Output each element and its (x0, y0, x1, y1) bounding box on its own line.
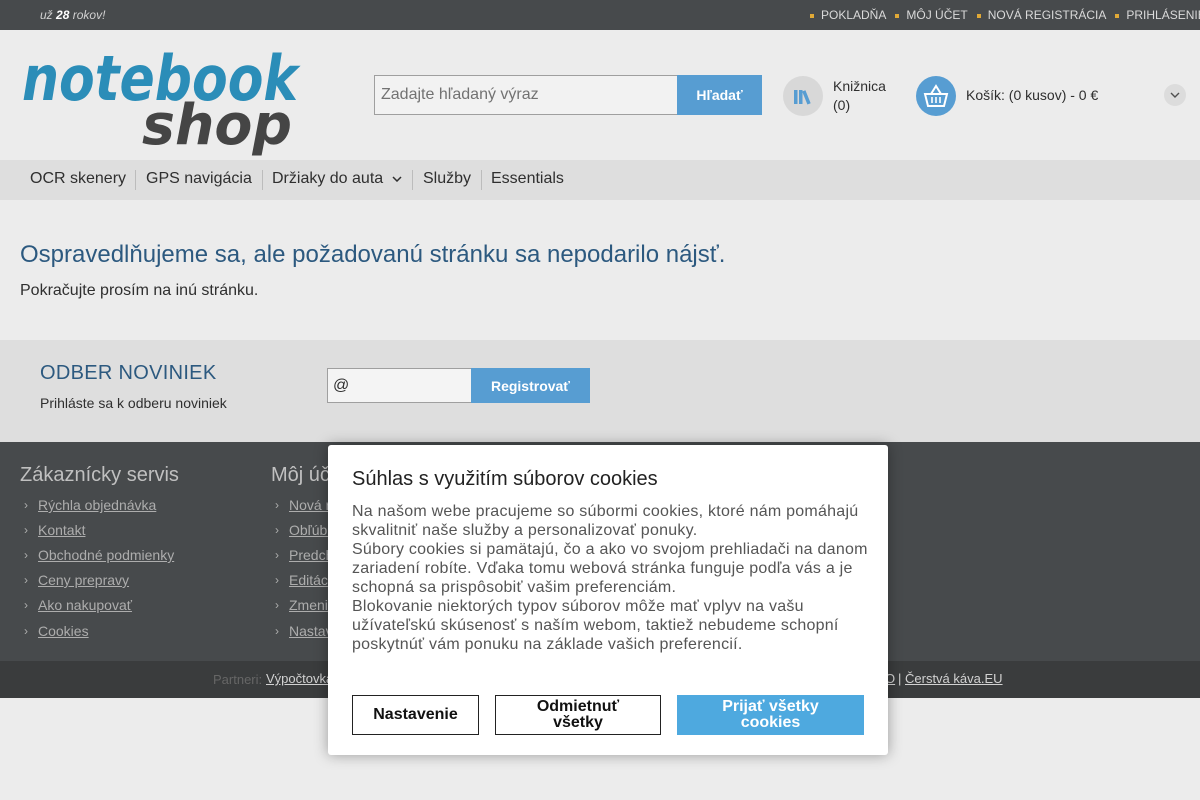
cookie-dialog-title: Súhlas s využitím súborov cookies (352, 468, 658, 490)
cookie-paragraph: Blokovanie niektorých typov súborov môže… (352, 598, 839, 653)
cookie-paragraph: Súbory cookies si pamätajú, čo a ako vo … (352, 541, 868, 596)
accept-label-line2: cookies (740, 714, 801, 731)
cookie-paragraph: Na našom webe pracujeme so súbormi cooki… (352, 503, 859, 539)
cookie-settings-button[interactable]: Nastavenie (352, 695, 479, 735)
cookie-consent-dialog: Súhlas s využitím súborov cookies Na naš… (328, 445, 888, 755)
cookie-dialog-text: Na našom webe pracujeme so súbormi cooki… (352, 502, 872, 654)
accept-label-line1: Prijať všetky (722, 698, 819, 715)
cookie-accept-all-button[interactable]: Prijať všetky cookies (677, 695, 864, 735)
reject-label-line2: všetky (553, 714, 603, 731)
cookie-reject-all-button[interactable]: Odmietnuť všetky (495, 695, 661, 735)
reject-label-line1: Odmietnuť (536, 698, 620, 715)
